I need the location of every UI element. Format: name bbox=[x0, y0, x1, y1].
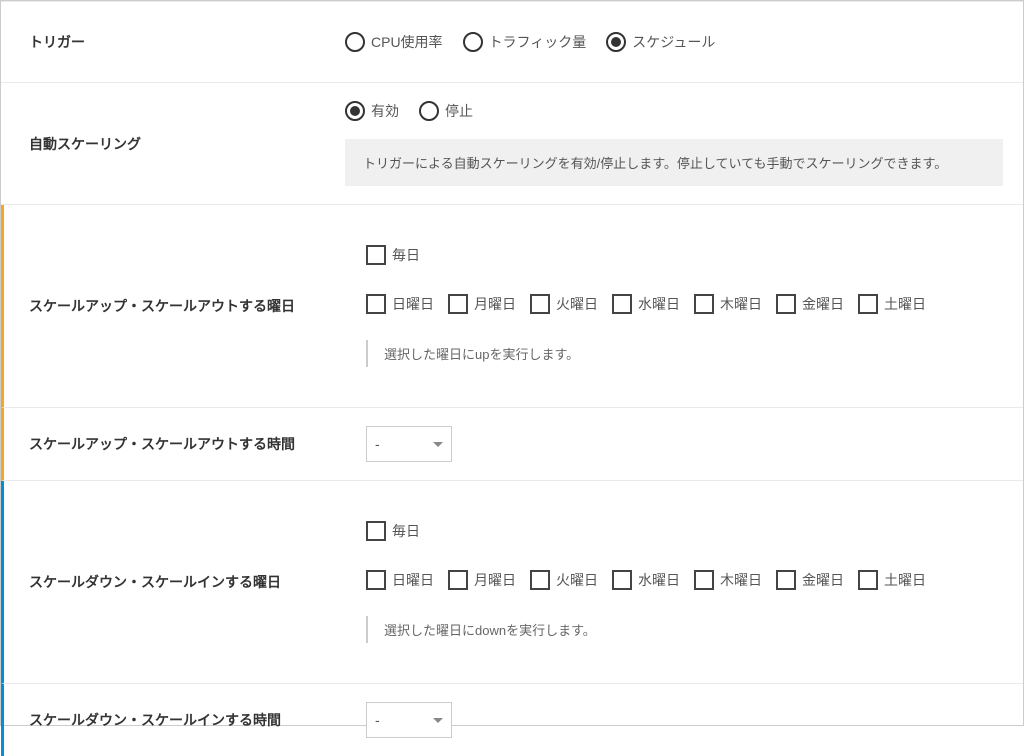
radio-circle-icon bbox=[345, 32, 365, 52]
trigger-radio-traffic[interactable]: トラフィック量 bbox=[463, 32, 587, 52]
trigger-radio-traffic-label: トラフィック量 bbox=[489, 32, 587, 52]
scaledown-everyday-checkbox[interactable]: 毎日 bbox=[366, 521, 420, 541]
checkbox-box-icon bbox=[530, 294, 550, 314]
checkbox-box-icon bbox=[612, 570, 632, 590]
scaleup-day-thu[interactable]: 木曜日 bbox=[694, 294, 762, 314]
scaleup-everyday-label: 毎日 bbox=[392, 245, 420, 265]
checkbox-box-icon bbox=[776, 570, 796, 590]
scaledown-day-sun[interactable]: 日曜日 bbox=[366, 570, 434, 590]
checkbox-box-icon bbox=[776, 294, 796, 314]
scaledown-day-tue[interactable]: 火曜日 bbox=[530, 570, 598, 590]
scaledown-day-mon[interactable]: 月曜日 bbox=[448, 570, 516, 590]
scaledown-day-sat[interactable]: 土曜日 bbox=[858, 570, 926, 590]
trigger-row: トリガー CPU使用率 トラフィック量 スケジュール bbox=[1, 1, 1023, 83]
scaledown-time-row: スケールダウン・スケールインする時間 - bbox=[1, 684, 1023, 756]
trigger-radio-schedule[interactable]: スケジュール bbox=[606, 32, 715, 52]
scaleup-days-value: 毎日 日曜日 月曜日 火曜日 水曜日 木曜日 金曜日 土曜日 選択した曜日にup… bbox=[348, 205, 1023, 407]
autoscaling-row: 自動スケーリング 有効 停止 トリガーによる自動スケーリングを有効/停止します。… bbox=[1, 83, 1023, 205]
checkbox-box-icon bbox=[366, 294, 386, 314]
checkbox-box-icon bbox=[448, 294, 468, 314]
scaleup-days-row: スケールアップ・スケールアウトする曜日 毎日 日曜日 月曜日 火曜日 水曜日 木… bbox=[1, 205, 1023, 408]
trigger-radio-cpu-label: CPU使用率 bbox=[371, 32, 443, 52]
radio-circle-icon bbox=[606, 32, 626, 52]
radio-circle-icon bbox=[419, 101, 439, 121]
scaledown-day-row: 日曜日 月曜日 火曜日 水曜日 木曜日 金曜日 土曜日 bbox=[348, 570, 1003, 590]
scaledown-days-value: 毎日 日曜日 月曜日 火曜日 水曜日 木曜日 金曜日 土曜日 選択した曜日にdo… bbox=[348, 481, 1023, 683]
scaledown-everyday-label: 毎日 bbox=[392, 521, 420, 541]
trigger-label: トリガー bbox=[1, 12, 345, 72]
autoscaling-help: トリガーによる自動スケーリングを有効/停止します。停止していても手動でスケーリン… bbox=[345, 139, 1003, 186]
autoscaling-radio-enabled-label: 有効 bbox=[371, 101, 399, 121]
scaleup-time-select-value: - bbox=[375, 436, 380, 452]
checkbox-box-icon bbox=[530, 570, 550, 590]
trigger-value: CPU使用率 トラフィック量 スケジュール bbox=[345, 14, 1023, 70]
chevron-down-icon bbox=[433, 442, 443, 447]
scaledown-time-label: スケールダウン・スケールインする時間 bbox=[4, 684, 348, 756]
checkbox-box-icon bbox=[366, 245, 386, 265]
scaleup-day-tue[interactable]: 火曜日 bbox=[530, 294, 598, 314]
scaleup-time-row: スケールアップ・スケールアウトする時間 - bbox=[1, 408, 1023, 481]
trigger-radio-group: CPU使用率 トラフィック量 スケジュール bbox=[345, 32, 1003, 52]
scaledown-days-label: スケールダウン・スケールインする曜日 bbox=[4, 481, 348, 683]
scaleup-day-row: 日曜日 月曜日 火曜日 水曜日 木曜日 金曜日 土曜日 bbox=[348, 294, 1003, 314]
checkbox-box-icon bbox=[612, 294, 632, 314]
scaledown-day-fri[interactable]: 金曜日 bbox=[776, 570, 844, 590]
trigger-radio-cpu[interactable]: CPU使用率 bbox=[345, 32, 443, 52]
scaleup-days-note: 選択した曜日にupを実行します。 bbox=[366, 340, 1003, 367]
scaleup-everyday-checkbox[interactable]: 毎日 bbox=[366, 245, 420, 265]
radio-circle-icon bbox=[463, 32, 483, 52]
radio-circle-icon bbox=[345, 101, 365, 121]
autoscaling-radio-group: 有効 停止 bbox=[345, 101, 1003, 121]
form-container: トリガー CPU使用率 トラフィック量 スケジュール 自動スケーリング bbox=[1, 1, 1023, 756]
checkbox-box-icon bbox=[366, 521, 386, 541]
chevron-down-icon bbox=[433, 718, 443, 723]
autoscaling-radio-stopped[interactable]: 停止 bbox=[419, 101, 473, 121]
scaleup-day-mon[interactable]: 月曜日 bbox=[448, 294, 516, 314]
autoscaling-label: 自動スケーリング bbox=[1, 83, 345, 204]
scaleup-time-select[interactable]: - bbox=[366, 426, 452, 462]
trigger-radio-schedule-label: スケジュール bbox=[632, 32, 715, 52]
scaleup-days-label: スケールアップ・スケールアウトする曜日 bbox=[4, 205, 348, 407]
scaleup-day-sat[interactable]: 土曜日 bbox=[858, 294, 926, 314]
scaledown-time-value: - bbox=[348, 684, 1023, 756]
autoscaling-radio-enabled[interactable]: 有効 bbox=[345, 101, 399, 121]
scaleup-day-sun[interactable]: 日曜日 bbox=[366, 294, 434, 314]
scaledown-day-wed[interactable]: 水曜日 bbox=[612, 570, 680, 590]
scaleup-day-fri[interactable]: 金曜日 bbox=[776, 294, 844, 314]
scaleup-time-label: スケールアップ・スケールアウトする時間 bbox=[4, 408, 348, 480]
checkbox-box-icon bbox=[366, 570, 386, 590]
checkbox-box-icon bbox=[694, 294, 714, 314]
autoscaling-radio-stopped-label: 停止 bbox=[445, 101, 473, 121]
scaledown-day-thu[interactable]: 木曜日 bbox=[694, 570, 762, 590]
checkbox-box-icon bbox=[448, 570, 468, 590]
checkbox-box-icon bbox=[858, 294, 878, 314]
scaleup-day-wed[interactable]: 水曜日 bbox=[612, 294, 680, 314]
autoscaling-value: 有効 停止 トリガーによる自動スケーリングを有効/停止します。停止していても手動… bbox=[345, 83, 1023, 204]
checkbox-box-icon bbox=[858, 570, 878, 590]
scaledown-days-row: スケールダウン・スケールインする曜日 毎日 日曜日 月曜日 火曜日 水曜日 木曜… bbox=[1, 481, 1023, 684]
scaleup-time-value: - bbox=[348, 408, 1023, 480]
scaledown-time-select[interactable]: - bbox=[366, 702, 452, 738]
checkbox-box-icon bbox=[694, 570, 714, 590]
scaledown-days-note: 選択した曜日にdownを実行します。 bbox=[366, 616, 1003, 643]
